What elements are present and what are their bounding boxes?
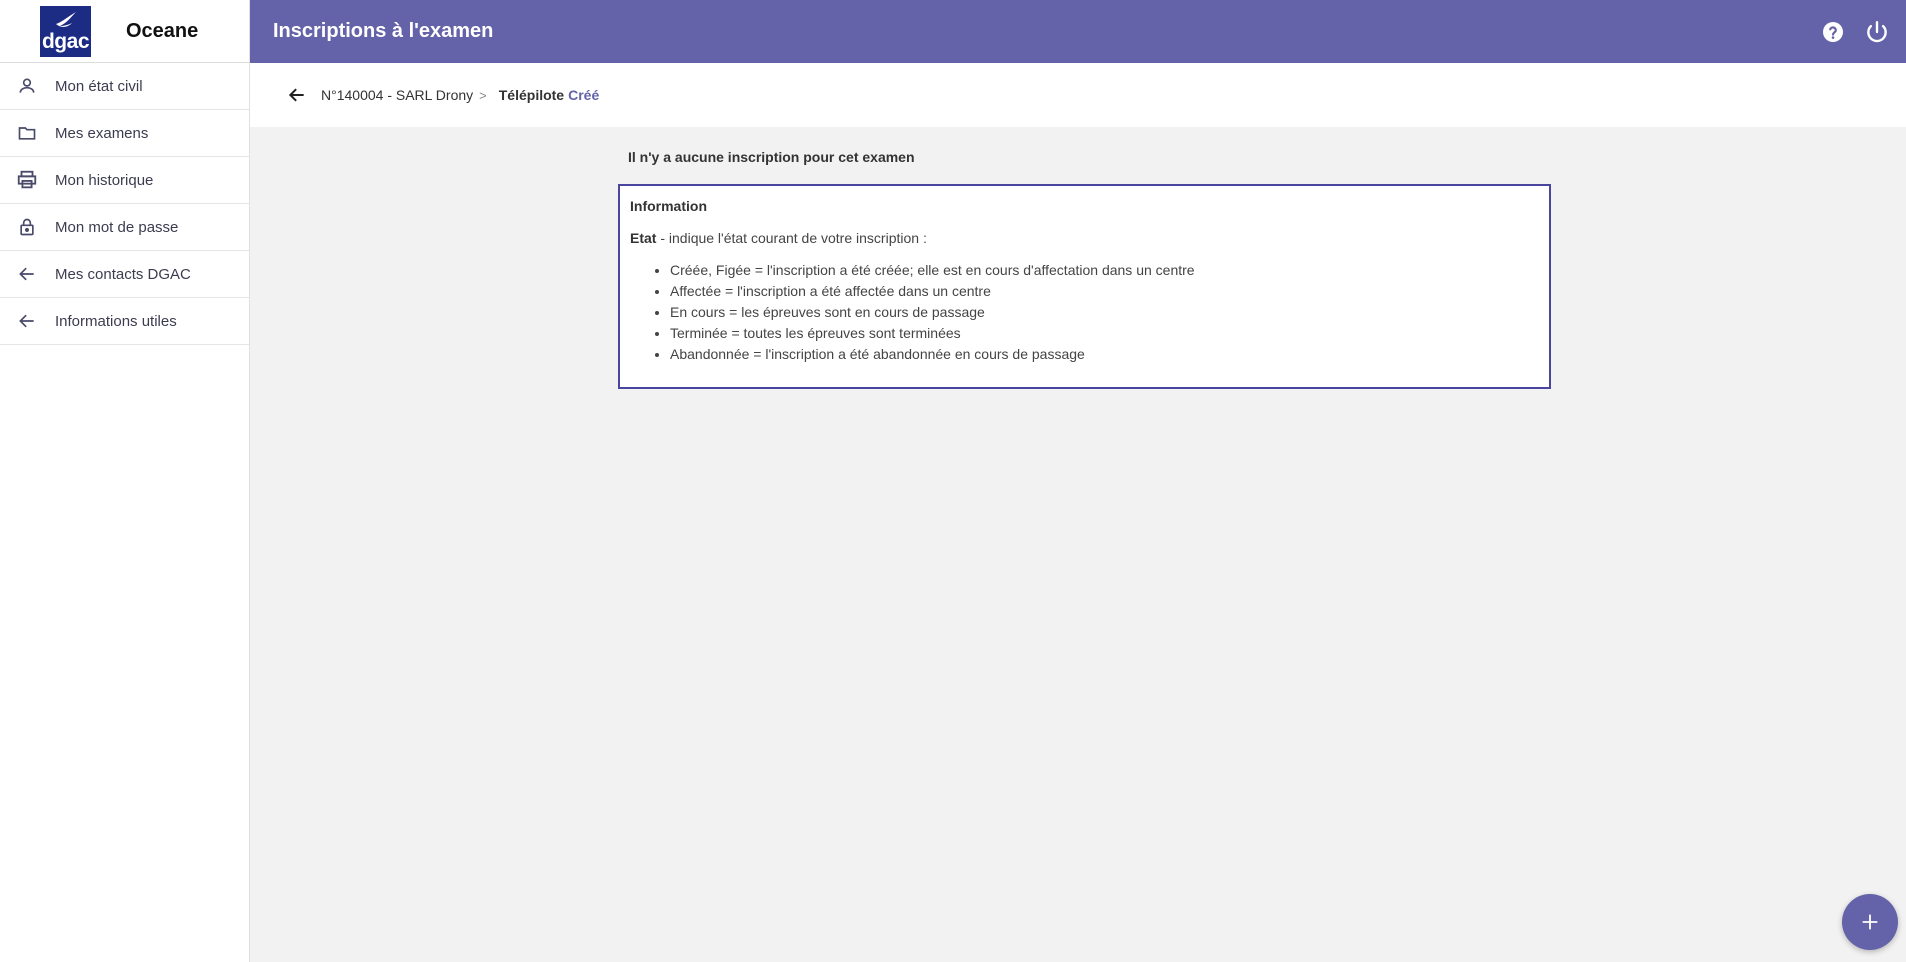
list-item: En cours = les épreuves sont en cours de…	[670, 302, 1539, 323]
dgac-logo[interactable]: dgac	[40, 5, 91, 57]
status-badge: Créé	[568, 87, 600, 103]
sidebar-item-label: Mes contacts DGAC	[55, 265, 191, 283]
info-intro: Etat - indique l'état courant de votre i…	[630, 230, 1539, 246]
sidebar-item-label: Mon historique	[55, 171, 154, 189]
app-name: Oceane	[126, 19, 199, 42]
sidebar-item-etat-civil[interactable]: Mon état civil	[0, 63, 249, 110]
help-icon	[1823, 21, 1843, 42]
back-button[interactable]	[285, 83, 309, 107]
arrow-left-icon	[15, 309, 39, 333]
app-root: dgac Oceane Mon état civil Mes examens M…	[0, 0, 1906, 962]
breadcrumb-current: Télépilote	[498, 87, 565, 103]
information-box: Information Etat - indique l'état couran…	[618, 184, 1551, 389]
plus-icon	[1862, 914, 1878, 930]
sidebar-item-label: Mes examens	[55, 124, 149, 142]
top-bar: Inscriptions à l'examen	[250, 0, 1906, 63]
person-icon	[15, 74, 39, 98]
arrow-left-icon	[15, 262, 39, 286]
sidebar-item-label: Informations utiles	[55, 312, 177, 330]
logo-text: dgac	[41, 29, 90, 53]
sidebar-item-examens[interactable]: Mes examens	[0, 110, 249, 157]
info-title: Information	[630, 198, 707, 214]
sidebar: dgac Oceane Mon état civil Mes examens M…	[0, 0, 250, 962]
list-item: Affectée = l'inscription a été affectée …	[670, 281, 1539, 302]
sidebar-item-historique[interactable]: Mon historique	[0, 157, 249, 204]
empty-message: Il n'y a aucune inscription pour cet exa…	[628, 149, 915, 165]
breadcrumb: N°140004 - SARL Drony > Télépilote Créé	[250, 63, 1906, 127]
content-panel: Il n'y a aucune inscription pour cet exa…	[618, 149, 1551, 389]
add-inscription-button[interactable]	[1842, 894, 1898, 950]
power-icon	[1867, 20, 1887, 42]
sidebar-item-contacts-dgac[interactable]: Mes contacts DGAC	[0, 251, 249, 298]
page-title: Inscriptions à l'examen	[273, 20, 494, 42]
help-button[interactable]	[1818, 17, 1848, 47]
printer-icon	[15, 168, 39, 192]
sidebar-item-informations-utiles[interactable]: Informations utiles	[0, 298, 249, 345]
info-intro-label: Etat	[630, 230, 657, 246]
list-item: Terminée = toutes les épreuves sont term…	[670, 323, 1539, 344]
info-intro-text: - indique l'état courant de votre inscri…	[656, 230, 927, 246]
arrow-left-icon	[288, 88, 304, 102]
breadcrumb-separator: >	[479, 87, 487, 103]
info-list: Créée, Figée = l'inscription a été créée…	[630, 260, 1539, 365]
breadcrumb-parent[interactable]: N°140004 - SARL Drony	[321, 87, 473, 103]
list-item: Créée, Figée = l'inscription a été créée…	[670, 260, 1539, 281]
sidebar-item-label: Mon mot de passe	[55, 218, 179, 236]
sidebar-item-label: Mon état civil	[55, 77, 143, 95]
sidebar-item-mot-de-passe[interactable]: Mon mot de passe	[0, 204, 249, 251]
lock-icon	[15, 215, 39, 239]
folder-icon	[15, 121, 39, 145]
brand-header: dgac Oceane	[0, 0, 249, 63]
main-area: Inscriptions à l'examen N°140004 - SARL …	[250, 0, 1906, 962]
bird-icon	[56, 11, 76, 27]
logout-button[interactable]	[1862, 17, 1892, 47]
list-item: Abandonnée = l'inscription a été abandon…	[670, 344, 1539, 365]
